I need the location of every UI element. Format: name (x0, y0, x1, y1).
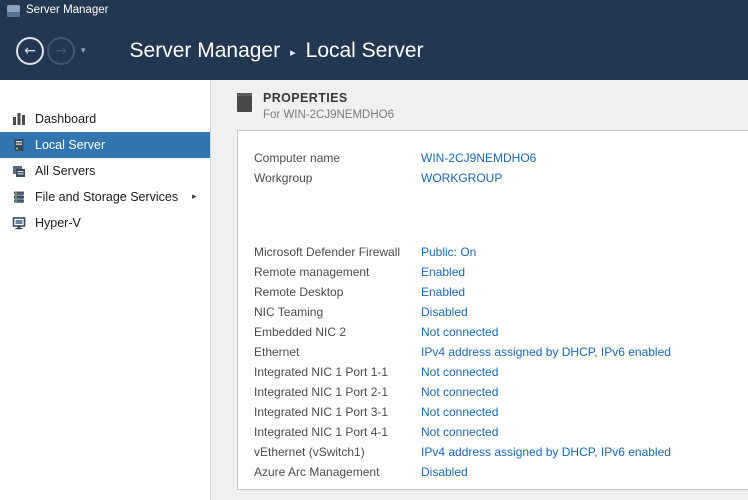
properties-subtitle: For WIN-2CJ9NEMDHO6 (263, 109, 394, 122)
property-label: Integrated NIC 1 Port 1-1 (254, 365, 421, 379)
property-value-link[interactable]: Disabled (421, 465, 468, 479)
property-group-spacer (254, 188, 748, 242)
sidebar-item-label: Hyper-V (35, 216, 81, 230)
property-row-computer-name: Computer nameWIN-2CJ9NEMDHO6 (254, 148, 748, 168)
content-area: Dashboard Local Server All Servers File and… (0, 80, 748, 500)
property-row-ethernet: EthernetIPv4 address assigned by DHCP, I… (254, 342, 748, 362)
all-servers-icon (11, 164, 26, 179)
dashboard-icon (11, 112, 26, 127)
property-row-embedded-nic-2: Embedded NIC 2Not connected (254, 322, 748, 342)
forward-button[interactable]: → (47, 37, 75, 65)
hyper-v-icon (11, 216, 26, 231)
breadcrumb-separator-icon: ▸ (290, 46, 296, 59)
sidebar-item-file-and-storage-services[interactable]: File and Storage Services ▸ (0, 184, 210, 210)
back-arrow-icon: ← (24, 44, 36, 58)
sidebar-item-label: All Servers (35, 164, 95, 178)
sidebar-item-hyper-v[interactable]: Hyper-V (0, 210, 210, 236)
back-button[interactable]: ← (16, 37, 44, 65)
property-value-link[interactable]: IPv4 address assigned by DHCP, IPv6 enab… (421, 345, 671, 359)
property-value-link[interactable]: Enabled (421, 265, 465, 279)
property-row-azure-arc-management: Azure Arc ManagementDisabled (254, 462, 748, 482)
file-storage-icon (11, 190, 26, 205)
sidebar-item-local-server[interactable]: Local Server (0, 132, 210, 158)
breadcrumb-current[interactable]: Local Server (306, 39, 424, 63)
property-row-integrated-nic-1-port-2-1: Integrated NIC 1 Port 2-1Not connected (254, 382, 748, 402)
main-panel: PROPERTIES For WIN-2CJ9NEMDHO6 Computer … (211, 80, 748, 500)
breadcrumb: Server Manager ▸ Local Server (130, 39, 424, 63)
property-label: Embedded NIC 2 (254, 325, 421, 339)
sidebar-item-dashboard[interactable]: Dashboard (0, 106, 210, 132)
property-value-link[interactable]: Enabled (421, 285, 465, 299)
property-label: vEthernet (vSwitch1) (254, 445, 421, 459)
sidebar-list: Dashboard Local Server All Servers File and… (0, 106, 210, 236)
server-manager-icon (7, 5, 20, 17)
sidebar-item-all-servers[interactable]: All Servers (0, 158, 210, 184)
property-label: Remote Desktop (254, 285, 421, 299)
properties-panel: Computer nameWIN-2CJ9NEMDHO6WorkgroupWOR… (237, 130, 748, 490)
window-title: Server Manager (26, 5, 108, 17)
property-label: NIC Teaming (254, 305, 421, 319)
server-manager-window: Server Manager ← → ▾ Server Manager ▸ Lo… (0, 0, 748, 500)
property-value-link[interactable]: Not connected (421, 425, 498, 439)
property-value-link[interactable]: Public: On (421, 245, 476, 259)
property-value-link[interactable]: Disabled (421, 305, 468, 319)
property-row-microsoft-defender-firewall: Microsoft Defender FirewallPublic: On (254, 242, 748, 262)
property-value-link[interactable]: WIN-2CJ9NEMDHO6 (421, 151, 536, 165)
property-label: Remote management (254, 265, 421, 279)
property-row-nic-teaming: NIC TeamingDisabled (254, 302, 748, 322)
chevron-right-icon: ▸ (192, 192, 197, 202)
forward-arrow-icon: → (55, 44, 67, 58)
property-row-integrated-nic-1-port-3-1: Integrated NIC 1 Port 3-1Not connected (254, 402, 748, 422)
property-row-vethernet-vswitch1: vEthernet (vSwitch1)IPv4 address assigne… (254, 442, 748, 462)
property-label: Microsoft Defender Firewall (254, 245, 421, 259)
property-label: Ethernet (254, 345, 421, 359)
sidebar: Dashboard Local Server All Servers File and… (0, 80, 211, 500)
sidebar-item-label: File and Storage Services (35, 190, 178, 204)
local-server-icon (11, 138, 26, 153)
property-label: Workgroup (254, 171, 421, 185)
property-value-link[interactable]: Not connected (421, 365, 498, 379)
properties-tile-icon (237, 93, 252, 112)
property-row-integrated-nic-1-port-1-1: Integrated NIC 1 Port 1-1Not connected (254, 362, 748, 382)
breadcrumb-root[interactable]: Server Manager (130, 39, 281, 63)
property-value-link[interactable]: Not connected (421, 385, 498, 399)
navigation-bar: ← → ▾ Server Manager ▸ Local Server (0, 22, 748, 80)
properties-header: PROPERTIES For WIN-2CJ9NEMDHO6 (237, 92, 748, 122)
sidebar-item-label: Dashboard (35, 112, 96, 126)
property-value-link[interactable]: Not connected (421, 405, 498, 419)
property-row-remote-desktop: Remote DesktopEnabled (254, 282, 748, 302)
property-value-link[interactable]: IPv4 address assigned by DHCP, IPv6 enab… (421, 445, 671, 459)
property-value-link[interactable]: WORKGROUP (421, 171, 502, 185)
property-row-workgroup: WorkgroupWORKGROUP (254, 168, 748, 188)
nav-dropdown-caret-icon[interactable]: ▾ (81, 46, 86, 56)
properties-header-text: PROPERTIES For WIN-2CJ9NEMDHO6 (263, 92, 394, 121)
property-row-remote-management: Remote managementEnabled (254, 262, 748, 282)
property-label: Integrated NIC 1 Port 4-1 (254, 425, 421, 439)
property-row-integrated-nic-1-port-4-1: Integrated NIC 1 Port 4-1Not connected (254, 422, 748, 442)
property-label: Integrated NIC 1 Port 2-1 (254, 385, 421, 399)
properties-rows: Computer nameWIN-2CJ9NEMDHO6WorkgroupWOR… (254, 148, 748, 482)
property-label: Integrated NIC 1 Port 3-1 (254, 405, 421, 419)
property-label: Computer name (254, 151, 421, 165)
property-value-link[interactable]: Not connected (421, 325, 498, 339)
property-label: Azure Arc Management (254, 465, 421, 479)
properties-title: PROPERTIES (263, 92, 394, 106)
sidebar-item-label: Local Server (35, 138, 105, 152)
titlebar: Server Manager (0, 0, 748, 22)
